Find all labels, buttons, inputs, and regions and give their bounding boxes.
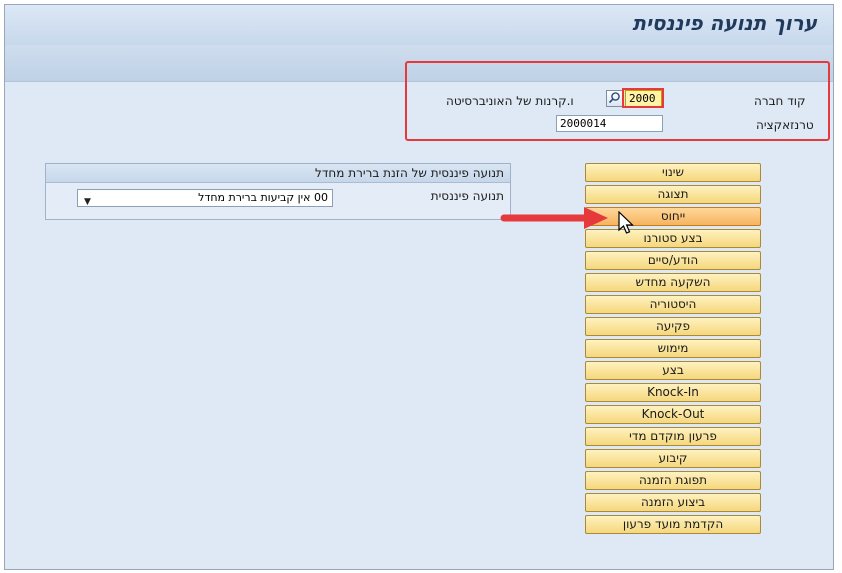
page-title: ערוך תנועה פיננסית	[632, 11, 817, 35]
action-button[interactable]: השקעה מחדש	[585, 273, 761, 292]
action-button[interactable]: פרעון מוקדם מדי	[585, 427, 761, 446]
action-button[interactable]: תצוגה	[585, 185, 761, 204]
mouse-pointer-icon	[618, 211, 634, 234]
action-button[interactable]: הודע/סיים	[585, 251, 761, 270]
red-arrow-icon	[500, 207, 608, 229]
title-bar: ערוך תנועה פיננסית	[5, 5, 833, 45]
action-button[interactable]: ביצוע הזמנה	[585, 493, 761, 512]
action-button[interactable]: מימוש	[585, 339, 761, 358]
company-code-highlight-box	[622, 88, 664, 108]
action-button[interactable]: תפוגת הזמנה	[585, 471, 761, 490]
action-button[interactable]: שינוי	[585, 163, 761, 182]
action-button[interactable]: בצע	[585, 361, 761, 380]
dropdown-caret-icon: ▼	[84, 197, 91, 207]
action-button[interactable]: בצע סטורנו	[585, 229, 761, 248]
panel-title: תנועה פיננסית של הזנת ברירת מחדל	[46, 164, 510, 183]
default-transaction-panel: תנועה פיננסית של הזנת ברירת מחדל תנועה פ…	[45, 163, 511, 220]
highlight-box	[405, 61, 830, 141]
action-button[interactable]: פקיעה	[585, 317, 761, 336]
action-button[interactable]: Knock-Out	[585, 405, 761, 424]
action-button[interactable]: קיבוע	[585, 449, 761, 468]
action-button[interactable]: היסטוריה	[585, 295, 761, 314]
action-button[interactable]: הקדמת מועד פרעון	[585, 515, 761, 534]
financial-transaction-label: תנועה פיננסית	[430, 189, 504, 203]
action-button[interactable]: Knock-In	[585, 383, 761, 402]
default-transaction-select[interactable]: 00 אין קביעות ברירת מחדל ▼	[77, 189, 333, 207]
select-value: 00 אין קביעות ברירת מחדל	[198, 191, 328, 204]
